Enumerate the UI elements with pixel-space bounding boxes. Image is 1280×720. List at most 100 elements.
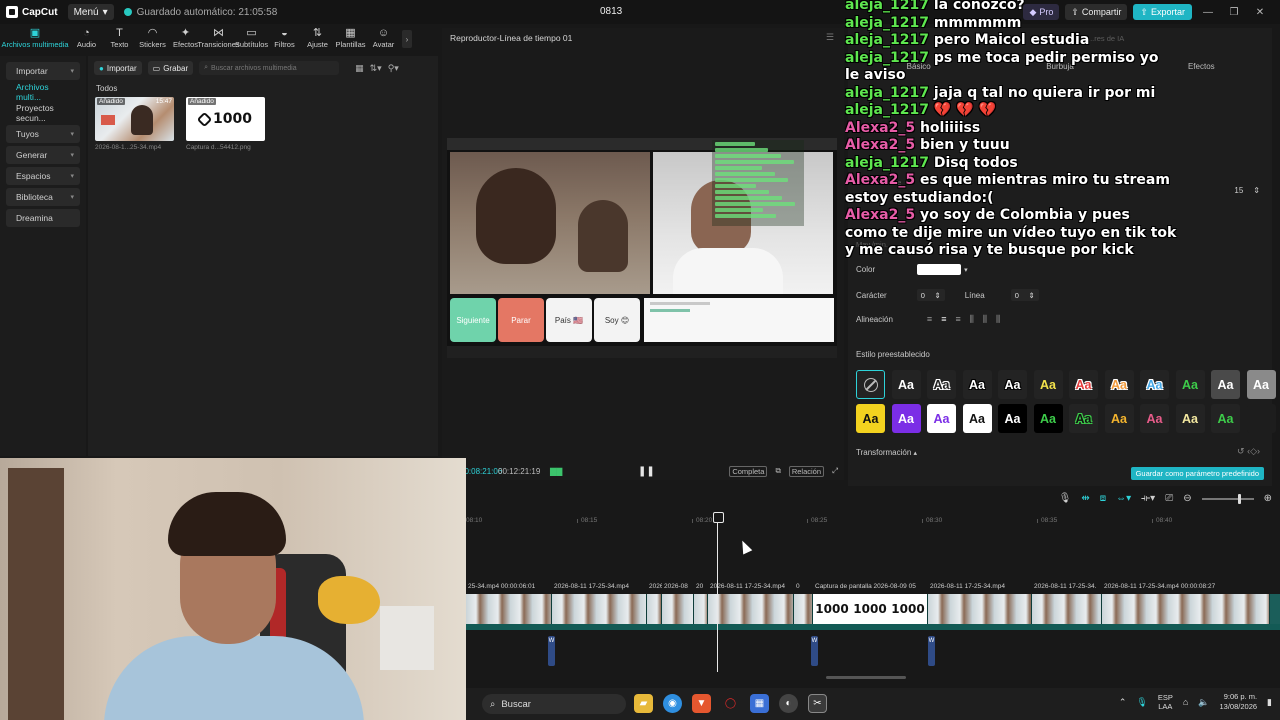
sidebar-item-6[interactable]: Biblioteca ▾ [6,188,80,206]
preset-style-5[interactable]: Aa [1033,370,1063,399]
capcut-taskbar-icon[interactable]: ✂ [808,694,827,713]
zoom-slider[interactable] [1201,493,1254,504]
timeline-clip[interactable] [552,594,647,624]
menu-button[interactable]: Menú ▾ [67,4,114,20]
timeline-clip[interactable] [662,594,694,624]
timeline-clip[interactable] [466,594,552,624]
timeline-ruler[interactable]: 08:10 08:15 08:20 08:25 08:30 08:35 08:40 [461,512,1280,528]
preset-style-2[interactable]: Aa [927,370,956,399]
obs-icon[interactable]: ◐ [779,694,798,713]
tab-8[interactable]: ⇅ Ajuste [301,27,334,52]
hamburger-icon[interactable]: ☰ [826,32,834,43]
preset-style-15[interactable]: Aa [962,404,992,433]
sidebar-item-7[interactable]: Dreamina [6,209,80,227]
filter-all-label[interactable]: Todos [88,80,438,95]
record-button[interactable]: ▭ Grabar [147,61,194,75]
transform-section[interactable]: Transformación ▴ [856,448,917,457]
fullscreen-icon[interactable]: ⤢ [832,466,838,476]
align-middle-icon[interactable]: ⫼ [983,314,987,325]
clock[interactable]: 9:06 p. m. 13/08/2026 [1220,692,1258,712]
video-track[interactable]: 1000 1000 1000 [466,594,1280,624]
chrome-icon[interactable]: ◉ [663,694,682,713]
tab-0[interactable]: ▣ Archivos multimedia [0,27,70,52]
preset-style-8[interactable]: Aa [1140,370,1169,399]
crop-icon[interactable]: ⧉ [775,466,780,476]
project-name[interactable]: 0813 [600,6,622,17]
tab-7[interactable]: ◒ Filtros [268,27,301,52]
full-quality-button[interactable]: Completa [729,465,768,477]
audio-marker[interactable]: W [928,636,935,666]
timeline-clip[interactable] [1032,594,1102,624]
timeline-clip[interactable] [694,594,708,624]
timeline-clip[interactable] [1102,594,1270,624]
preset-style-14[interactable]: Aa [927,404,956,433]
preset-style-10[interactable]: Aa [1211,370,1240,399]
tab-2[interactable]: T Texto [103,27,136,52]
preset-style-11[interactable]: Aa [1246,370,1276,399]
filter-icon[interactable]: ⚲▾ [388,63,399,74]
preset-style-6[interactable]: Aa [1069,370,1098,399]
playhead[interactable] [713,512,724,672]
timeline-clip[interactable] [647,594,662,624]
preset-style-3[interactable]: Aa [962,370,992,399]
timeline-clip[interactable]: 1000 1000 1000 [813,594,928,624]
zoom-out-icon[interactable]: ⊖ [1183,493,1191,504]
preset-style-4[interactable]: Aa [998,370,1027,399]
ratio-button[interactable]: Relación [788,465,824,477]
tab-6[interactable]: ▭ Subtítulos [235,27,268,52]
microphone-icon[interactable]: 🎙 [1059,493,1072,504]
zoom-in-icon[interactable]: ⊕ [1264,493,1272,504]
align-left-icon[interactable]: ≡ [927,314,932,325]
preset-style-17[interactable]: Aa [1033,404,1063,433]
align-center-icon[interactable]: ≡ [941,314,946,325]
opera-icon[interactable]: ◯ [721,694,740,713]
align-bottom-icon[interactable]: ⫼ [996,314,1000,325]
line-spacing-input[interactable]: 0 ⇕ [1010,289,1039,301]
file-explorer-icon[interactable]: ▰ [634,694,653,713]
preset-style-19[interactable]: Aa [1104,404,1134,433]
split-icon[interactable]: ⟛▾ [1141,493,1155,504]
video-preview[interactable]: Siguiente Parar País 🇺🇸 Soy 😊 [447,138,837,358]
preset-style-12[interactable]: Aa [856,404,885,433]
store-icon[interactable]: ▦ [750,694,769,713]
preset-style-23[interactable] [1246,404,1276,433]
tab-10[interactable]: ☺ Avatar [367,27,400,52]
sidebar-item-1[interactable]: Archivos multi... [6,82,80,102]
chevron-down-icon[interactable]: ▾ [964,266,968,274]
chevron-up-icon[interactable]: ⌃ [1119,697,1127,708]
media-thumb-image[interactable]: Añadido 1000 Captura d...54412.png [186,97,265,151]
brave-icon[interactable]: ▼ [692,694,711,713]
preset-style-22[interactable]: Aa [1211,404,1240,433]
preset-style-16[interactable]: Aa [998,404,1027,433]
save-preset-button[interactable]: Guardar como parámetro predefinido [1130,467,1264,480]
chevron-right-icon[interactable]: › [402,30,412,48]
timeline-clip[interactable] [708,594,794,624]
reset-icon[interactable]: ↺ ‹◇› [1237,446,1260,457]
sidebar-item-5[interactable]: Espacios ▾ [6,167,80,185]
waveform-icon[interactable]: ▇▇ [550,467,562,476]
tab-9[interactable]: ▦ Plantillas [334,27,367,52]
pause-icon[interactable]: ❚❚ [638,466,655,477]
preset-style-13[interactable]: Aa [891,404,921,433]
volume-icon[interactable]: 🔈 [1198,697,1209,708]
search-input[interactable]: Buscar archivos multimedia [211,65,297,72]
preset-style-0[interactable] [856,370,885,399]
grid-view-icon[interactable]: ▦ [355,63,364,74]
sidebar-item-3[interactable]: Tuyos ▾ [6,125,80,143]
notification-icon[interactable]: ▮ [1267,697,1272,708]
timeline-clip[interactable] [928,594,1032,624]
preset-style-20[interactable]: Aa [1140,404,1169,433]
media-search[interactable]: ⌕ Buscar archivos multimedia [199,61,340,75]
sort-icon[interactable]: ⇅▾ [370,63,382,74]
align-right-icon[interactable]: ≡ [955,314,960,325]
sidebar-item-0[interactable]: Importar ▾ [6,62,80,80]
audio-marker[interactable]: W [548,636,555,666]
timeline-scrollbar[interactable] [826,676,906,679]
snap-icon[interactable]: ⧈ [1100,493,1106,504]
sidebar-item-4[interactable]: Generar ▾ [6,146,80,164]
tab-1[interactable]: ◔ Audio [70,27,103,52]
preset-style-18[interactable]: Aa [1069,404,1098,433]
magnet-icon[interactable]: ⇔▾ [1116,493,1131,504]
character-spacing-input[interactable]: 0 ⇕ [916,289,945,301]
preview-axis-icon[interactable]: ⎚ [1165,493,1173,504]
